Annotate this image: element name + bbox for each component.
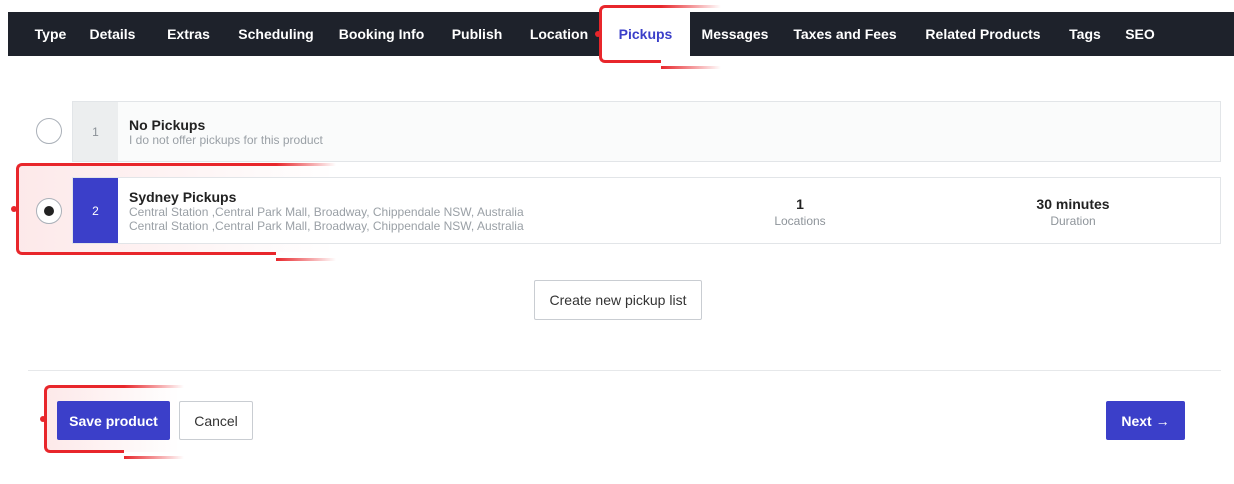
tab-publish[interactable]: Publish	[437, 12, 517, 56]
tab-pickups[interactable]: Pickups	[601, 12, 690, 56]
tab-label: Type	[34, 26, 67, 42]
locations-label: Locations	[774, 214, 826, 228]
footer-divider	[28, 370, 1221, 371]
option-address-2: Central Station ,Central Park Mall, Broa…	[129, 218, 524, 233]
duration-value: 30 minutes	[1036, 196, 1110, 212]
tab-label: Publish	[451, 26, 503, 42]
option-title: No Pickups	[129, 116, 206, 133]
create-pickup-list-button[interactable]: Create new pickup list	[534, 280, 702, 320]
tab-taxes-and-fees[interactable]: Taxes and Fees	[780, 12, 910, 56]
no-pickups-radio[interactable]	[36, 118, 62, 144]
highlight-notch	[595, 31, 601, 37]
next-button[interactable]: Next →	[1106, 401, 1185, 440]
option-number: 1	[73, 102, 118, 161]
tab-label: Pickups	[618, 26, 673, 42]
locations-stat: 1 Locations	[740, 196, 860, 228]
option-address-1: Central Station ,Central Park Mall, Broa…	[129, 204, 524, 219]
tab-label: Messages	[701, 26, 769, 42]
tab-related-products[interactable]: Related Products	[910, 12, 1056, 56]
tab-label: Taxes and Fees	[793, 26, 897, 42]
save-product-button[interactable]: Save product	[57, 401, 170, 440]
option-description: I do not offer pickups for this product	[129, 132, 323, 147]
tab-location[interactable]: Location	[517, 12, 601, 56]
option-body: No Pickups I do not offer pickups for th…	[118, 102, 323, 161]
duration-stat: 30 minutes Duration	[1003, 196, 1143, 228]
duration-label: Duration	[1050, 214, 1096, 228]
cancel-button[interactable]: Cancel	[179, 401, 253, 440]
tab-label: Tags	[1069, 26, 1101, 42]
highlight-notch	[11, 206, 17, 212]
pickup-option-no-pickups[interactable]: 1 No Pickups I do not offer pickups for …	[72, 101, 1221, 162]
tab-seo[interactable]: SEO	[1114, 12, 1166, 56]
locations-count: 1	[796, 196, 804, 212]
tab-extras[interactable]: Extras	[151, 12, 226, 56]
sydney-pickups-radio[interactable]	[36, 198, 62, 224]
tab-label: Scheduling	[238, 26, 314, 42]
tab-label: Location	[529, 26, 589, 42]
tab-messages[interactable]: Messages	[690, 12, 780, 56]
tab-type[interactable]: Type	[8, 12, 74, 56]
tab-booking-info[interactable]: Booking Info	[326, 12, 437, 56]
product-tabs: Type Details Extras Scheduling Booking I…	[8, 12, 1234, 56]
tab-label: Booking Info	[338, 26, 425, 42]
option-number: 2	[73, 178, 118, 243]
option-title: Sydney Pickups	[129, 188, 237, 205]
highlight-notch	[40, 416, 46, 422]
tab-scheduling[interactable]: Scheduling	[226, 12, 326, 56]
option-body: Sydney Pickups Central Station ,Central …	[118, 178, 524, 243]
tab-details[interactable]: Details	[74, 12, 151, 56]
tab-tags[interactable]: Tags	[1056, 12, 1114, 56]
tab-label: Details	[89, 26, 136, 42]
tab-label: Related Products	[925, 26, 1041, 42]
tab-label: SEO	[1125, 26, 1155, 42]
tab-label: Extras	[167, 26, 210, 42]
